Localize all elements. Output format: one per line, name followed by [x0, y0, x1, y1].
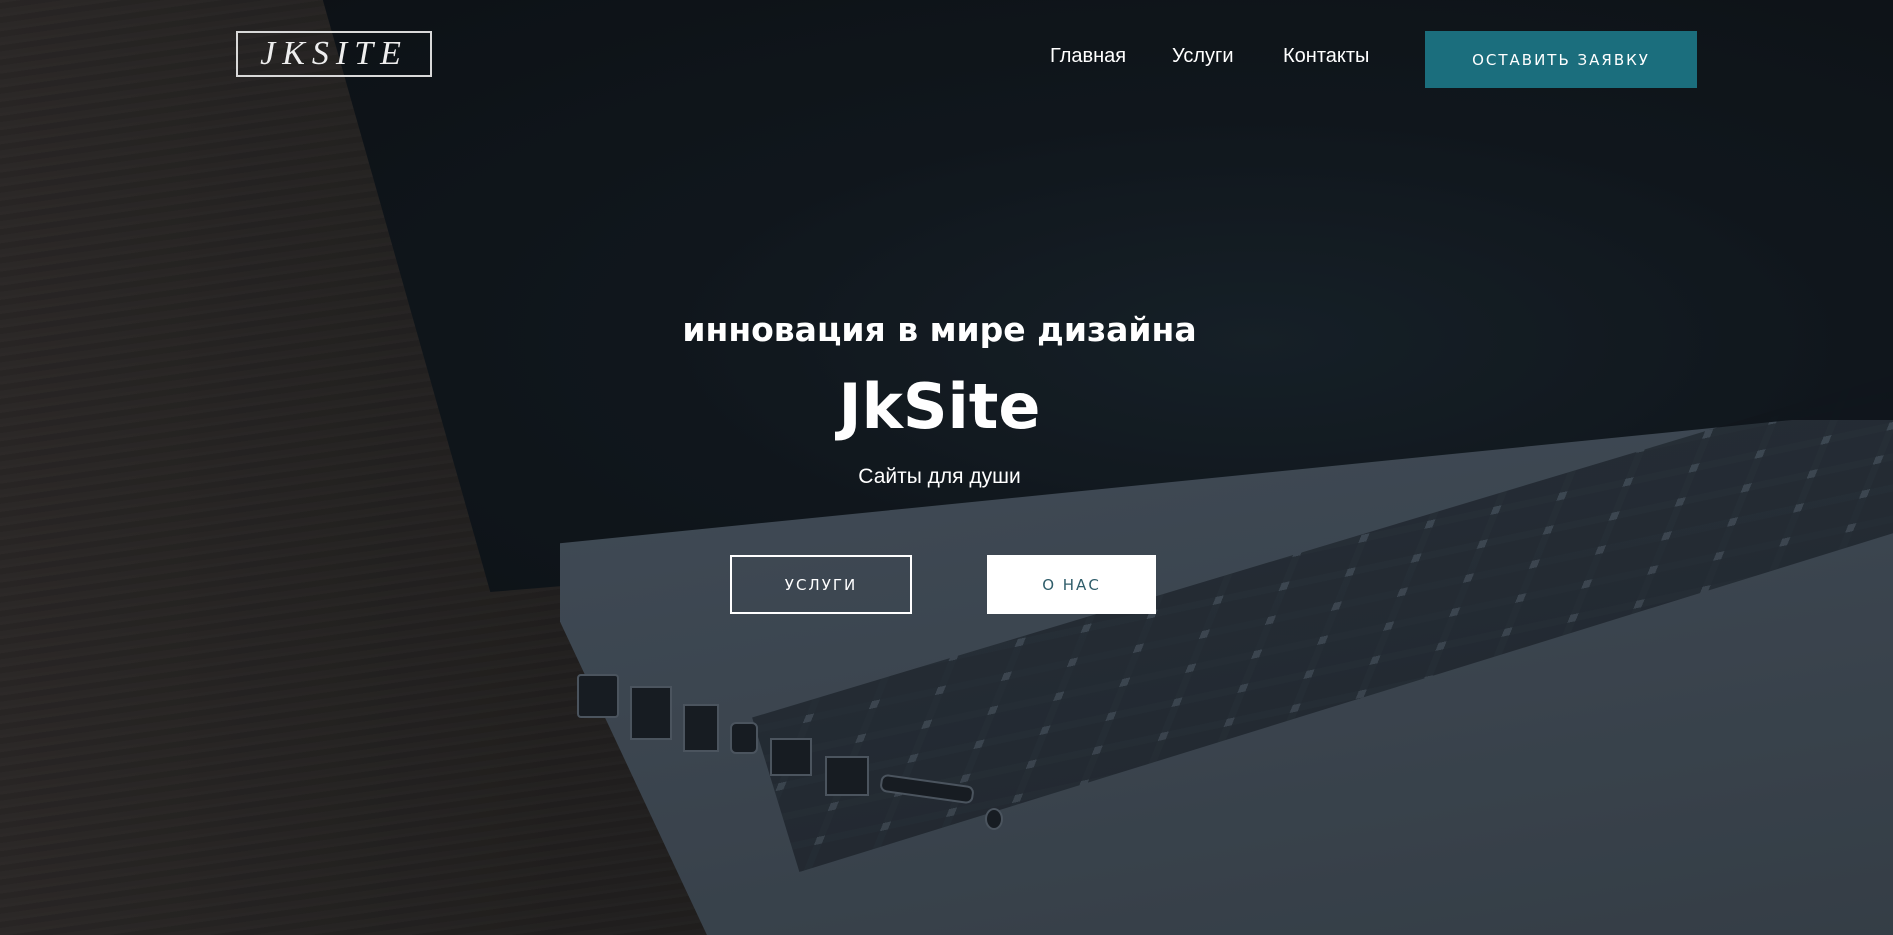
about-button[interactable]: О НАС: [987, 555, 1156, 614]
hero-tagline: инновация в мире дизайна: [682, 310, 1197, 349]
site-logo[interactable]: JKSITE: [236, 31, 432, 77]
leave-request-button[interactable]: ОСТАВИТЬ ЗАЯВКУ: [1425, 31, 1697, 88]
logo-text: JKSITE: [260, 35, 408, 72]
nav-link-contacts[interactable]: Контакты: [1283, 45, 1369, 68]
hero-title: JkSite: [838, 370, 1041, 443]
hero-subtitle: Сайты для души: [858, 465, 1021, 488]
nav-link-home[interactable]: Главная: [1050, 45, 1126, 68]
nav-link-services[interactable]: Услуги: [1172, 45, 1234, 68]
services-button[interactable]: УСЛУГИ: [730, 555, 912, 614]
